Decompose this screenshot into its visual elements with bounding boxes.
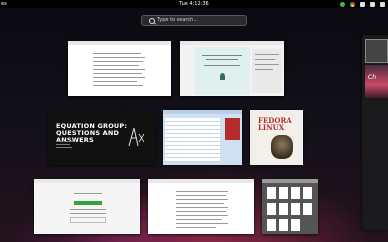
workspace-thumb-caption: Ch — [368, 74, 376, 81]
writer-window[interactable] — [148, 179, 254, 234]
window-toolbar — [34, 179, 140, 183]
book-title: FEDORA LINUX — [258, 116, 292, 132]
search-input[interactable]: Type to search… — [141, 15, 247, 26]
window-toolbar — [163, 110, 242, 114]
spreadsheet-window[interactable] — [163, 110, 242, 165]
chrome-icon[interactable] — [350, 1, 355, 7]
document-page — [194, 47, 250, 95]
browser-window[interactable] — [34, 179, 140, 234]
top-bar: es Tue 4:12:36 — [0, 0, 388, 8]
file-manager-window[interactable] — [262, 179, 318, 234]
notification-icon[interactable] — [340, 1, 345, 7]
book-cover: FEDORA LINUX — [253, 115, 298, 163]
battery-icon[interactable] — [380, 1, 385, 7]
window-toolbar — [262, 179, 318, 183]
window-toolbar — [68, 41, 171, 45]
search-icon — [149, 18, 155, 24]
document-window-1[interactable] — [68, 41, 171, 96]
window-toolbar — [180, 41, 284, 45]
clock[interactable]: Tue 4:12:36 — [0, 0, 388, 8]
spreadsheet-grid — [165, 118, 220, 162]
system-tray[interactable] — [340, 1, 385, 7]
book-cover-thumbnail — [225, 118, 240, 140]
logo-sketch-icon — [128, 127, 145, 147]
workspace-switcher[interactable]: Ch — [362, 35, 388, 230]
search-placeholder: Type to search… — [157, 17, 199, 23]
side-panel — [252, 49, 282, 93]
volume-icon[interactable] — [370, 1, 375, 7]
workspace-thumb-2[interactable]: Ch — [365, 65, 388, 98]
green-action-button — [74, 201, 102, 205]
workspace-thumb-1[interactable] — [365, 39, 388, 63]
document-window-2[interactable] — [180, 41, 284, 96]
fedora-linux-book-window[interactable]: FEDORA LINUX — [250, 110, 303, 165]
presentation-window[interactable]: EQUATION GROUP: QUESTIONS AND ANSWERS — [48, 110, 156, 165]
slide-subtitle-lines — [56, 140, 74, 148]
window-toolbar — [148, 179, 254, 183]
network-icon[interactable] — [360, 1, 365, 7]
